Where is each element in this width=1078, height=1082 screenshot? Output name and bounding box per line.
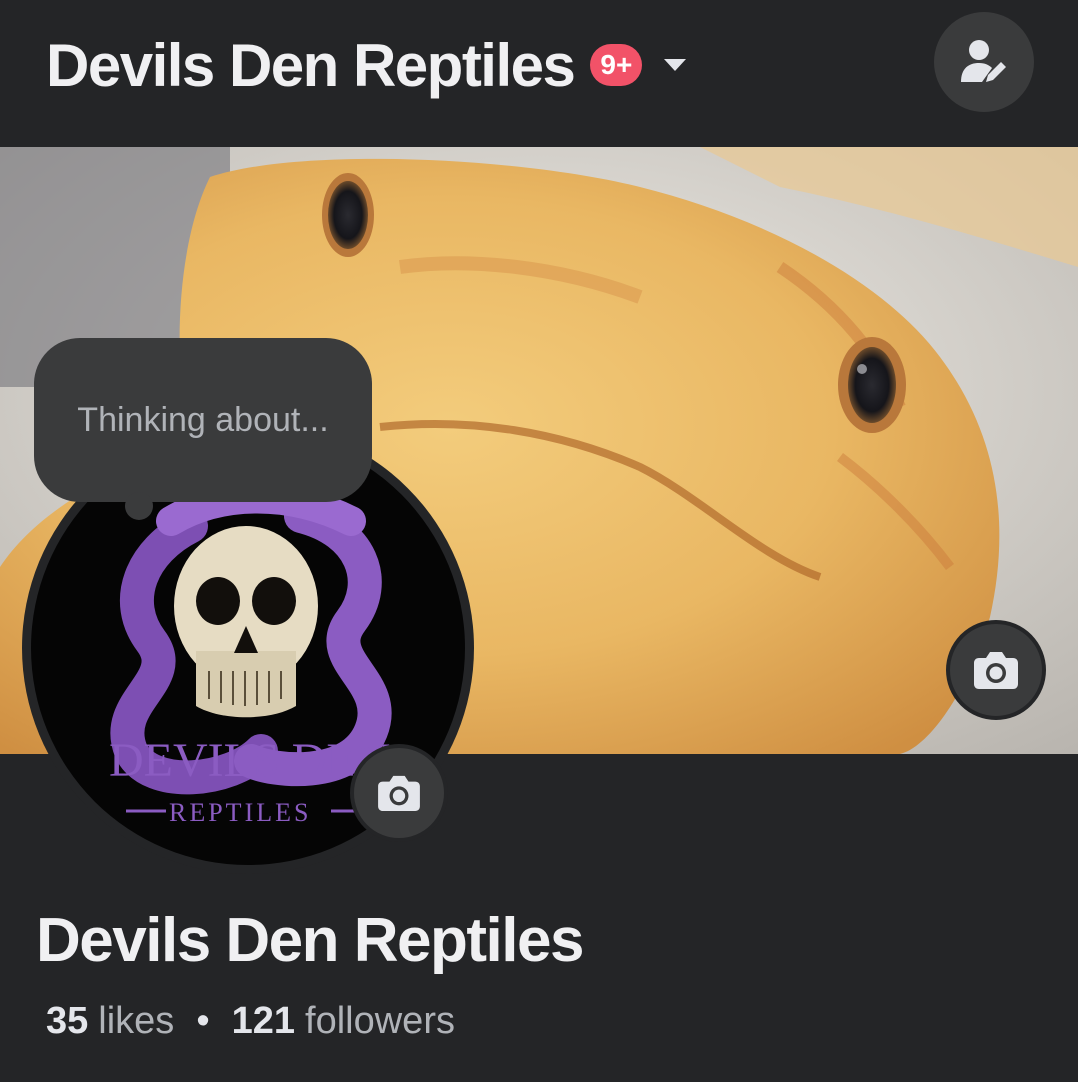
notification-badge: 9+: [590, 44, 643, 86]
switch-profile-button[interactable]: [934, 12, 1034, 112]
profile-picture-camera-button[interactable]: [350, 744, 448, 842]
camera-icon: [974, 652, 1018, 689]
cover-photo-camera-button[interactable]: [946, 620, 1046, 720]
thought-bubble[interactable]: Thinking about...: [34, 338, 372, 502]
thought-placeholder: Thinking about...: [77, 400, 329, 439]
caret-down-icon[interactable]: [664, 59, 687, 71]
page-title[interactable]: Devils Den Reptiles: [46, 31, 576, 100]
logo-line1: DEVILS DEN: [109, 734, 390, 787]
followers-count[interactable]: 121: [232, 1000, 295, 1043]
likes-count[interactable]: 35: [46, 1000, 88, 1043]
likes-label[interactable]: likes: [98, 1000, 174, 1043]
followers-label[interactable]: followers: [305, 1000, 455, 1043]
logo-line2: REPTILES: [169, 798, 311, 827]
page-switcher[interactable]: Devils Den Reptiles 9+: [46, 28, 687, 102]
camera-icon: [378, 775, 420, 812]
user-edit-icon: [961, 40, 1006, 82]
stats-separator: •: [196, 1000, 210, 1042]
top-bar: Devils Den Reptiles 9+: [0, 0, 1078, 147]
profile-stats: 35 likes • 121 followers: [46, 1000, 455, 1043]
thought-bubble-tail: [125, 492, 153, 520]
profile-name: Devils Den Reptiles: [36, 906, 584, 975]
